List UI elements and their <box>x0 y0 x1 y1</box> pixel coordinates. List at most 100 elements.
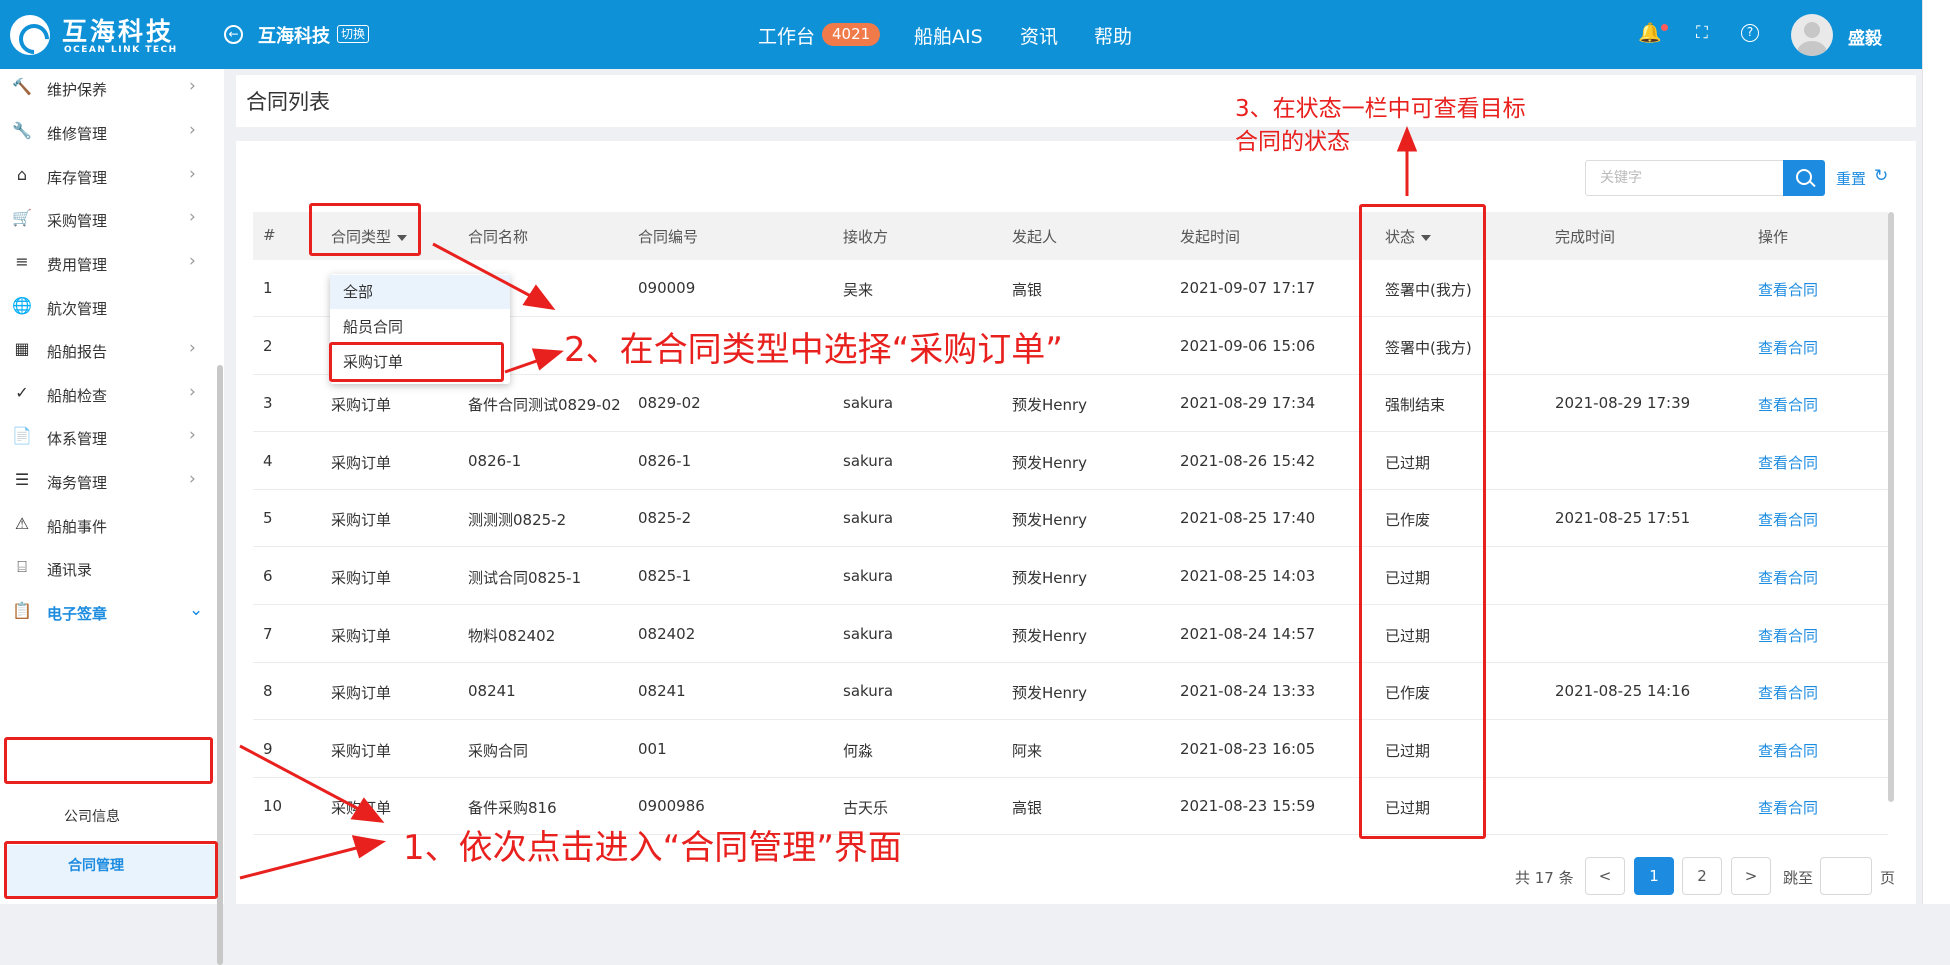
contacts-icon: ⌸ <box>17 557 27 576</box>
pagination-page-1[interactable]: 1 <box>1634 857 1674 895</box>
nav-workbench[interactable]: 工作台 <box>758 22 815 49</box>
pagination-jump-input[interactable] <box>1820 857 1872 895</box>
help-icon[interactable]: ? <box>1741 24 1759 42</box>
view-contract-link[interactable]: 查看合同 <box>1758 337 1818 358</box>
table-cell: 0826-1 <box>638 451 692 470</box>
sidebar-item-3[interactable]: 🛒 采购管理 › <box>0 197 214 241</box>
logo-text: 互海科技 <box>62 17 175 46</box>
table-cell: 2021-08-24 14:57 <box>1180 624 1316 643</box>
sidebar-item-label: 采购管理 <box>47 212 108 230</box>
column-header-9: 操作 <box>1758 226 1788 247</box>
table-cell: 测试合同0825-1 <box>468 569 582 587</box>
sidebar-item-6[interactable]: ▦ 船舶报告 › <box>0 328 214 372</box>
view-contract-link[interactable]: 查看合同 <box>1758 394 1818 415</box>
sidebar-item-label: 航次管理 <box>47 300 108 318</box>
sidebar-item-2[interactable]: ⌂ 库存管理 › <box>0 154 214 198</box>
dropdown-option-all[interactable]: 全部 <box>330 275 510 309</box>
table-cell: 阿来 <box>1012 741 1043 760</box>
dropdown-option-crew-contract[interactable]: 船员合同 <box>330 310 510 344</box>
sidebar-item-11[interactable]: ⌸ 通讯录 <box>0 546 214 590</box>
table-cell: 预发Henry <box>1012 396 1088 415</box>
fullscreen-icon[interactable]: ⛶ <box>1691 22 1713 44</box>
pagination-prev-button[interactable]: < <box>1585 857 1625 895</box>
sidebar-item-1[interactable]: 🔧 维修管理 › <box>0 110 214 154</box>
sidebar-item-0[interactable]: 🔨 维护保养 › <box>0 66 214 110</box>
back-icon[interactable]: ← <box>224 25 243 44</box>
column-header-label: 发起人 <box>1012 228 1058 246</box>
table-cell: 2021-08-25 17:51 <box>1555 509 1691 528</box>
column-header-label: 合同编号 <box>638 228 699 246</box>
warning-icon: ⚠ <box>14 514 30 533</box>
view-contract-link[interactable]: 查看合同 <box>1758 625 1818 646</box>
column-header-4: 接收方 <box>843 226 888 247</box>
window-scrollbar[interactable] <box>1922 0 1950 904</box>
table-cell: 2021-08-29 17:34 <box>1180 394 1316 413</box>
switch-company-button[interactable]: 切换 <box>337 25 370 43</box>
wrench-icon: 🔧 <box>12 121 32 140</box>
table-cell: 2021-08-29 17:39 <box>1555 394 1691 413</box>
table-cell: sakura <box>843 624 894 643</box>
table-cell: 0900986 <box>638 797 705 816</box>
table-cell: 10 <box>263 797 283 816</box>
sidebar-item-label: 维护保养 <box>47 81 108 99</box>
highlight-contract-type-header <box>309 203 421 256</box>
refresh-icon[interactable]: ↻ <box>1874 166 1888 186</box>
avatar[interactable] <box>1791 14 1833 56</box>
view-contract-link[interactable]: 查看合同 <box>1758 279 1818 300</box>
table-cell: 2021-09-07 17:17 <box>1180 279 1316 297</box>
column-header-label: 合同名称 <box>468 228 529 246</box>
column-header-6: 发起时间 <box>1180 226 1240 247</box>
table-cell: sakura <box>843 567 894 585</box>
chevron-right-icon: › <box>189 338 196 358</box>
table-cell: 吴来 <box>843 281 874 299</box>
table-cell: 采购订单 <box>331 453 392 472</box>
chevron-right-icon: › <box>189 207 196 227</box>
username[interactable]: 盛毅 <box>1848 24 1882 49</box>
sidebar-item-10[interactable]: ⚠ 船舶事件 <box>0 503 214 547</box>
table-scrollbar[interactable] <box>1888 212 1894 802</box>
table-cell: 2021-08-23 16:05 <box>1180 739 1316 758</box>
sidebar-item-5[interactable]: 🌐 航次管理 <box>0 285 214 329</box>
table-cell: 08241 <box>468 682 516 701</box>
nav-help[interactable]: 帮助 <box>1094 22 1132 49</box>
view-contract-link[interactable]: 查看合同 <box>1758 740 1818 761</box>
sidebar-item-12[interactable]: 📋 电子签章 ⌄ <box>0 590 214 634</box>
coins-icon: ≡ <box>15 252 29 271</box>
nav-news[interactable]: 资讯 <box>1020 22 1058 49</box>
sidebar-item-4[interactable]: ≡ 费用管理 › <box>0 241 214 285</box>
column-header-5: 发起人 <box>1012 226 1057 247</box>
table-cell: 高银 <box>1012 281 1043 299</box>
sidebar-subitem-company-info[interactable]: 公司信息 <box>64 806 120 826</box>
reset-button[interactable]: 重置 <box>1836 168 1866 189</box>
table-cell: 采购订单 <box>331 569 392 587</box>
sidebar-item-8[interactable]: 📄 体系管理 › <box>0 415 214 459</box>
table-cell: 2021-08-26 15:42 <box>1180 451 1316 470</box>
view-contract-link[interactable]: 查看合同 <box>1758 682 1818 703</box>
view-contract-link[interactable]: 查看合同 <box>1758 567 1818 588</box>
check-circle-icon: ✓ <box>15 383 29 402</box>
bell-icon[interactable]: 🔔 <box>1638 22 1662 44</box>
page-title-bar: 合同列表 <box>236 75 1916 127</box>
table-cell: 采购订单 <box>331 741 392 760</box>
table-cell: 0825-2 <box>638 509 692 528</box>
sidebar-item-7[interactable]: ✓ 船舶检查 › <box>0 372 214 416</box>
annotation-step-3-line2: 合同的状态 <box>1235 129 1350 155</box>
table-cell: 采购订单 <box>331 799 392 818</box>
table-cell: sakura <box>843 509 894 528</box>
pagination-page-2[interactable]: 2 <box>1682 857 1722 895</box>
table-cell: 7 <box>263 624 273 643</box>
sidebar-item-9[interactable]: ☰ 海务管理 › <box>0 459 214 503</box>
pagination-next-button[interactable]: > <box>1731 857 1771 895</box>
highlight-purchase-order-option <box>329 342 504 382</box>
table-cell: 1 <box>263 279 273 297</box>
column-header-3: 合同编号 <box>638 226 698 247</box>
nav-ship-ais[interactable]: 船舶AIS <box>914 22 983 49</box>
table-cell: 何淼 <box>843 741 874 760</box>
table-cell: 备件合同测试0829-02 <box>468 396 621 415</box>
search-button[interactable] <box>1783 160 1825 196</box>
chevron-right-icon: › <box>189 76 196 96</box>
view-contract-link[interactable]: 查看合同 <box>1758 509 1818 530</box>
view-contract-link[interactable]: 查看合同 <box>1758 797 1818 818</box>
view-contract-link[interactable]: 查看合同 <box>1758 452 1818 473</box>
search-input[interactable]: 关键字 <box>1585 160 1785 196</box>
